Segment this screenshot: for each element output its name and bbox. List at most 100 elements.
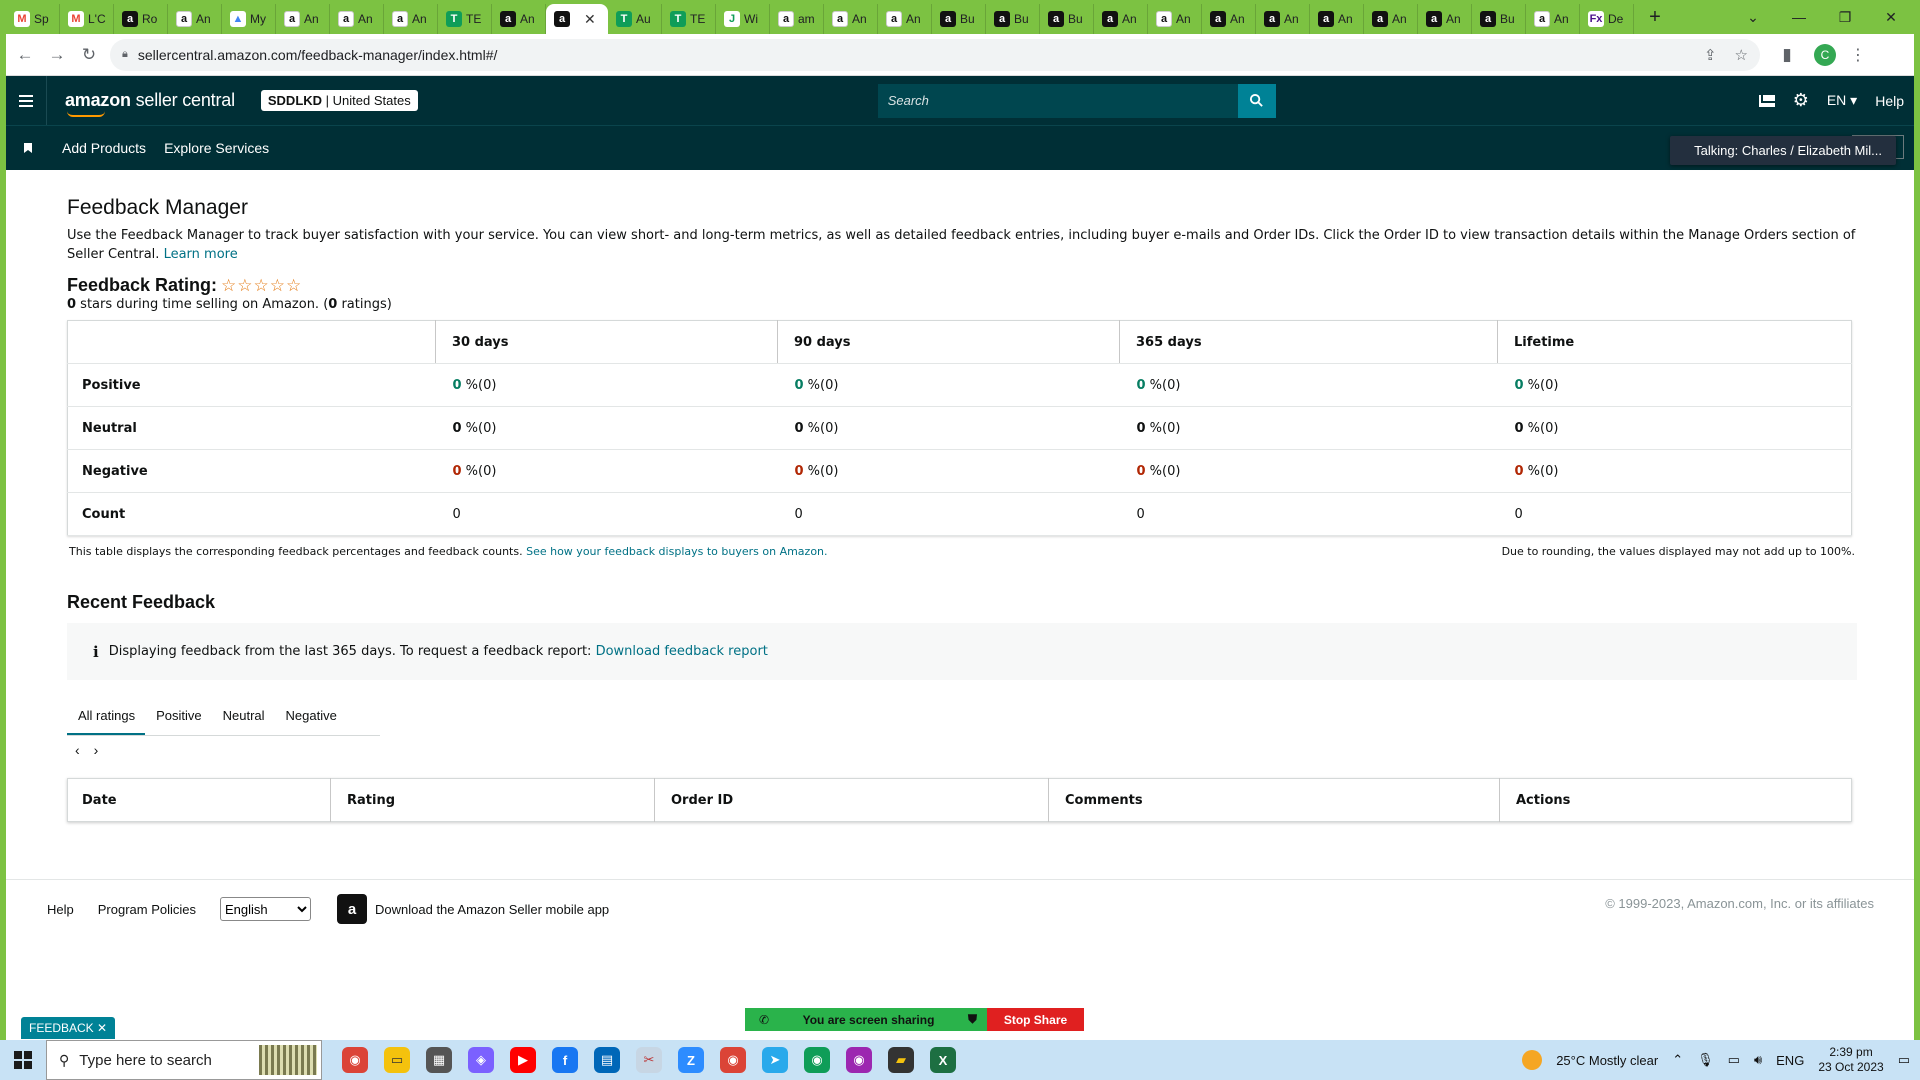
chrome-profile-icon[interactable]: ◉ bbox=[720, 1047, 746, 1073]
col-order-id[interactable]: Order ID bbox=[654, 778, 1049, 822]
url-field[interactable]: 🔒︎ sellercentral.amazon.com/feedback-man… bbox=[110, 38, 1760, 71]
zoom-icon[interactable]: Z bbox=[678, 1047, 704, 1073]
language-selector[interactable]: EN ▾ bbox=[1827, 92, 1857, 109]
browser-tab[interactable]: a An bbox=[492, 4, 546, 34]
copilot-icon[interactable]: ◈ bbox=[468, 1047, 494, 1073]
browser-tab[interactable]: M L'C bbox=[60, 4, 114, 34]
browser-tab[interactable]: a am bbox=[770, 4, 824, 34]
hamburger-menu-icon[interactable] bbox=[6, 94, 46, 107]
close-window-button[interactable]: ✕ bbox=[1868, 0, 1914, 34]
col-date[interactable]: Date bbox=[68, 779, 331, 822]
browser-tab[interactable]: a An bbox=[276, 4, 330, 34]
tab-all-ratings[interactable]: All ratings bbox=[67, 696, 146, 735]
browser-tab[interactable]: a An bbox=[384, 4, 438, 34]
browser-tab[interactable]: a An bbox=[824, 4, 878, 34]
share-icon[interactable]: ⇪ bbox=[1704, 46, 1717, 64]
amazon-app-icon[interactable]: a bbox=[337, 894, 368, 924]
footer-language-select[interactable]: English bbox=[220, 897, 312, 921]
browser-tab[interactable]: ▲ My bbox=[222, 4, 276, 34]
close-tab-icon[interactable]: ✕ bbox=[584, 11, 596, 28]
footer-help-link[interactable]: Help bbox=[47, 902, 74, 917]
volume-icon[interactable]: 🔊︎ bbox=[1754, 1052, 1762, 1068]
download-app-link[interactable]: Download the Amazon Seller mobile app bbox=[375, 902, 609, 917]
facebook-icon[interactable]: f bbox=[552, 1047, 578, 1073]
next-page-icon[interactable]: › bbox=[94, 742, 99, 758]
browser-tab[interactable]: T TE bbox=[662, 4, 716, 34]
search-button[interactable] bbox=[1237, 83, 1276, 118]
restore-button[interactable]: ❐ bbox=[1822, 0, 1868, 34]
chrome-icon[interactable]: ◉ bbox=[342, 1047, 368, 1073]
browser-tab[interactable]: a An bbox=[1148, 4, 1202, 34]
browser-tab[interactable]: a An bbox=[878, 4, 932, 34]
browser-tab[interactable]: a ✕ bbox=[546, 4, 608, 34]
browser-tab[interactable]: a An bbox=[330, 4, 384, 34]
learn-more-link[interactable]: Learn more bbox=[164, 247, 238, 262]
gear-icon[interactable]: ⚙ bbox=[1793, 90, 1809, 111]
mail-icon[interactable] bbox=[1758, 94, 1777, 107]
notifications-icon[interactable]: ▭ bbox=[1898, 1052, 1910, 1068]
seller-central-logo[interactable]: amazon seller central bbox=[65, 90, 235, 117]
chrome-profile-2-icon[interactable]: ◉ bbox=[804, 1047, 830, 1073]
browser-tab[interactable]: a An bbox=[1526, 4, 1580, 34]
back-button[interactable]: ← bbox=[12, 45, 38, 65]
browser-tab[interactable]: a An bbox=[1418, 4, 1472, 34]
browser-tab[interactable]: a An bbox=[1202, 4, 1256, 34]
browser-tab[interactable]: a Bu bbox=[986, 4, 1040, 34]
browser-tab[interactable]: a Ro bbox=[114, 4, 168, 34]
clock[interactable]: 2:39 pm 23 Oct 2023 bbox=[1818, 1045, 1883, 1075]
start-button[interactable] bbox=[0, 1040, 46, 1080]
bookmark-star-icon[interactable]: ☆ bbox=[1735, 46, 1748, 64]
browser-tab[interactable]: a Bu bbox=[932, 4, 986, 34]
tab-neutral[interactable]: Neutral bbox=[212, 696, 275, 735]
browser-tab[interactable]: a An bbox=[1364, 4, 1418, 34]
reload-button[interactable]: ↻ bbox=[76, 45, 102, 65]
browser-tab[interactable]: Fx De bbox=[1580, 4, 1634, 34]
tab-negative[interactable]: Negative bbox=[275, 696, 347, 735]
footer-policies-link[interactable]: Program Policies bbox=[98, 902, 196, 917]
help-link[interactable]: Help bbox=[1875, 93, 1904, 109]
browser-tab[interactable]: T TE bbox=[438, 4, 492, 34]
sticky-notes-icon[interactable]: ▰ bbox=[888, 1047, 914, 1073]
browser-tab[interactable]: a An bbox=[1094, 4, 1148, 34]
browser-tab[interactable]: M Sp bbox=[6, 4, 60, 34]
input-language[interactable]: ENG bbox=[1776, 1053, 1804, 1068]
search-input[interactable] bbox=[877, 83, 1238, 118]
chrome-profile-3-icon[interactable]: ◉ bbox=[846, 1047, 872, 1073]
col-comments[interactable]: Comments bbox=[1048, 778, 1500, 822]
excel-icon[interactable]: X bbox=[930, 1047, 956, 1073]
new-tab-button[interactable]: + bbox=[1640, 6, 1670, 29]
browser-tab[interactable]: a An bbox=[1256, 4, 1310, 34]
taskbar-search[interactable]: ⚲ Type here to search bbox=[46, 1040, 322, 1080]
side-panel-icon[interactable]: ▮ bbox=[1774, 45, 1800, 65]
weather-text[interactable]: 25°C Mostly clear bbox=[1556, 1053, 1658, 1068]
minimize-button[interactable]: — bbox=[1776, 0, 1822, 34]
browser-tab[interactable]: a Bu bbox=[1040, 4, 1094, 34]
stop-share-button[interactable]: Stop Share bbox=[987, 1008, 1084, 1031]
snipping-tool-icon[interactable]: ✂ bbox=[636, 1047, 662, 1073]
prev-page-icon[interactable]: ‹ bbox=[75, 742, 80, 758]
browser-tab[interactable]: J Wi bbox=[716, 4, 770, 34]
browser-tab[interactable]: a An bbox=[1310, 4, 1364, 34]
microphone-icon[interactable]: 🎙︎ bbox=[1697, 1052, 1714, 1068]
col-actions[interactable]: Actions bbox=[1499, 778, 1852, 822]
nav-explore-services[interactable]: Explore Services bbox=[164, 140, 269, 156]
feedback-display-link[interactable]: See how your feedback displays to buyers… bbox=[526, 545, 827, 558]
calculator-icon[interactable]: ▦ bbox=[426, 1047, 452, 1073]
tray-chevron-icon[interactable]: ⌃ bbox=[1672, 1052, 1683, 1068]
feedback-tab-button[interactable]: FEEDBACK ✕ bbox=[21, 1017, 116, 1039]
network-icon[interactable]: ▭ bbox=[1728, 1052, 1740, 1068]
store-switcher[interactable]: SDDLKD | United States bbox=[260, 90, 418, 111]
col-rating[interactable]: Rating bbox=[330, 778, 655, 822]
tab-positive[interactable]: Positive bbox=[145, 696, 212, 735]
profile-avatar[interactable]: C bbox=[1814, 43, 1836, 66]
download-report-link[interactable]: Download feedback report bbox=[596, 644, 768, 659]
forward-button[interactable]: → bbox=[44, 45, 70, 65]
bookmark-icon[interactable] bbox=[20, 143, 36, 153]
tab-search-icon[interactable]: ⌄ bbox=[1730, 0, 1776, 34]
browser-tab[interactable]: a An bbox=[168, 4, 222, 34]
store-icon[interactable]: ▤ bbox=[594, 1047, 620, 1073]
browser-tab[interactable]: a Bu bbox=[1472, 4, 1526, 34]
file-explorer-icon[interactable]: ▭ bbox=[384, 1047, 410, 1073]
nav-add-products[interactable]: Add Products bbox=[62, 140, 146, 156]
browser-tab[interactable]: T Au bbox=[608, 4, 662, 34]
